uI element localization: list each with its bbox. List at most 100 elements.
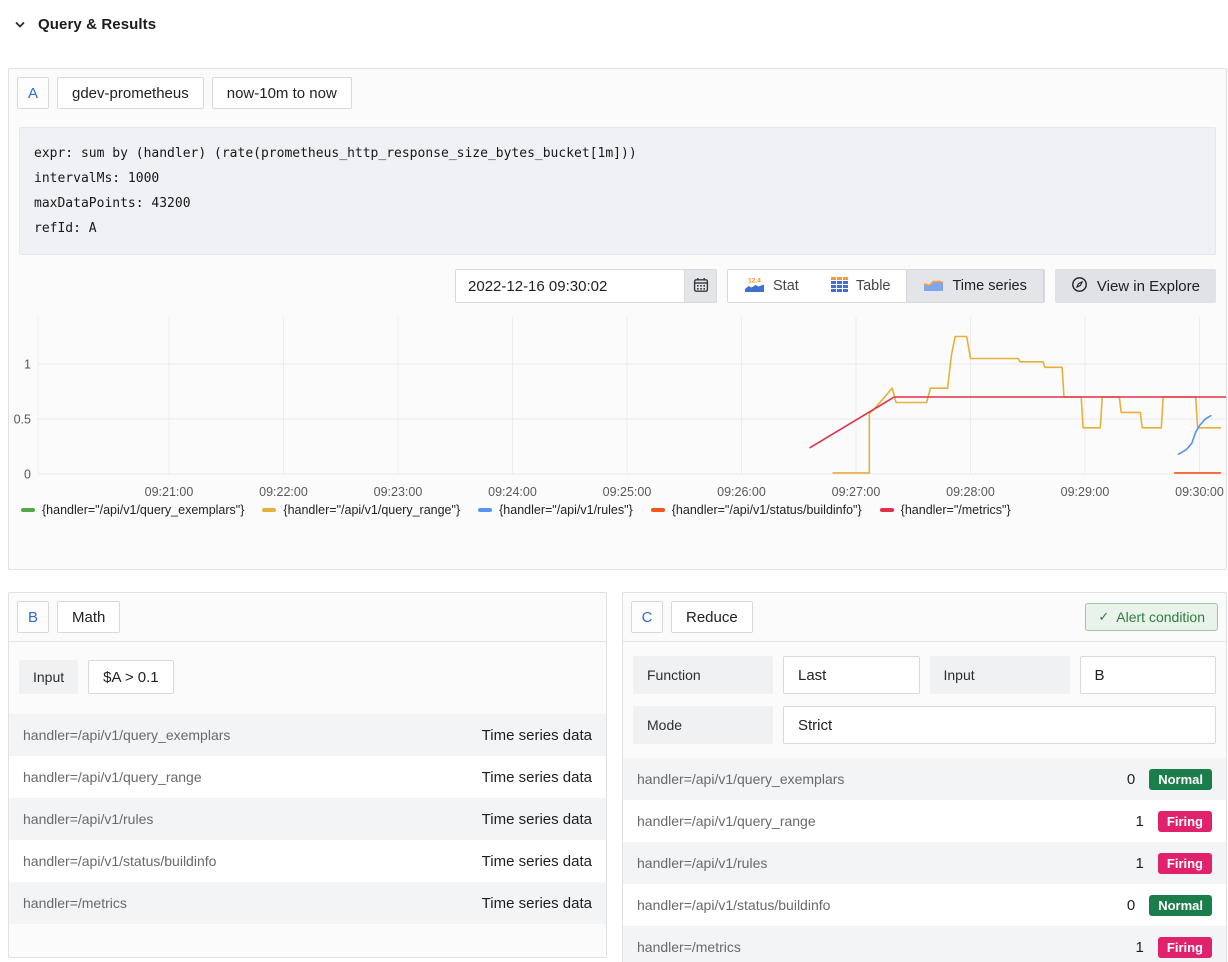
row-value: Time series data: [482, 853, 592, 870]
x-axis-tick: 09:26:00: [717, 485, 766, 499]
table-row: handler=/api/v1/rules1Firing: [623, 842, 1226, 884]
legend-item[interactable]: {handler="/metrics"}: [880, 503, 1011, 517]
row-value: Time series data: [482, 895, 592, 912]
legend-item[interactable]: {handler="/api/v1/rules"}: [478, 503, 633, 517]
view-mode-label: Table: [856, 278, 891, 294]
row-value: 1: [1136, 939, 1144, 956]
reduce-panel-header: C Reduce ✓ Alert condition: [623, 593, 1226, 642]
time-range-button[interactable]: now-10m to now: [212, 77, 352, 109]
legend-label: {handler="/api/v1/status/buildinfo"}: [672, 503, 862, 517]
query-panel-header: A gdev-prometheus now-10m to now: [9, 69, 1226, 117]
table-row: handler=/api/v1/query_exemplarsTime seri…: [9, 714, 606, 756]
time-series-chart[interactable]: 00.5109:21:0009:22:0009:23:0009:24:0009:…: [9, 311, 1226, 501]
stat-icon: 12.4: [744, 276, 765, 297]
timeseries-icon: [923, 277, 944, 296]
row-value: 0: [1127, 771, 1135, 788]
status-badge: Firing: [1158, 853, 1212, 874]
table-icon: [831, 277, 848, 296]
x-axis-tick: 09:21:00: [145, 485, 194, 499]
row-handler-label: handler=/api/v1/rules: [637, 855, 1136, 871]
x-axis-tick: 09:25:00: [603, 485, 652, 499]
alert-condition-badge[interactable]: ✓ Alert condition: [1085, 603, 1218, 631]
reduce-input-label: Input: [930, 656, 1070, 694]
page-title: Query & Results: [38, 16, 156, 33]
view-mode-stat[interactable]: 12.4 Stat: [728, 270, 815, 302]
view-mode-time-series[interactable]: Time series: [906, 270, 1043, 302]
row-handler-label: handler=/api/v1/status/buildinfo: [23, 853, 482, 869]
y-axis-tick: 1: [24, 358, 31, 372]
row-handler-label: handler=/api/v1/query_exemplars: [23, 727, 482, 743]
math-panel-header: B Math: [9, 593, 606, 642]
calendar-icon: [693, 277, 709, 296]
status-badge: Normal: [1149, 895, 1212, 916]
series-line: [1179, 416, 1211, 455]
status-badge: Firing: [1158, 937, 1212, 958]
status-badge: Firing: [1158, 811, 1212, 832]
legend-item[interactable]: {handler="/api/v1/status/buildinfo"}: [651, 503, 862, 517]
row-handler-label: handler=/api/v1/query_range: [637, 813, 1136, 829]
table-row: handler=/api/v1/status/buildinfoTime ser…: [9, 840, 606, 882]
evaluation-time-input[interactable]: 2022-12-16 09:30:02: [455, 269, 685, 303]
table-row: handler=/metricsTime series data: [9, 882, 606, 924]
view-mode-label: Stat: [773, 278, 799, 294]
x-axis-tick: 09:29:00: [1061, 485, 1110, 499]
function-label: Function: [633, 656, 773, 694]
calendar-button[interactable]: [685, 269, 717, 303]
row-handler-label: handler=/api/v1/status/buildinfo: [637, 897, 1127, 913]
operation-button-math[interactable]: Math: [57, 601, 120, 633]
ref-id-badge-b: B: [17, 601, 49, 633]
y-axis-tick: 0: [24, 468, 31, 482]
legend-label: {handler="/api/v1/query_exemplars"}: [42, 503, 244, 517]
row-value: Time series data: [482, 727, 592, 744]
reduce-panel: C Reduce ✓ Alert condition Function Last…: [622, 592, 1227, 962]
row-value: 0: [1127, 897, 1135, 914]
chevron-down-icon: [14, 19, 26, 31]
x-axis-tick: 09:23:00: [374, 485, 423, 499]
x-axis-tick: 09:24:00: [488, 485, 537, 499]
query-results-section-header[interactable]: Query & Results: [14, 16, 156, 33]
view-in-explore-button[interactable]: View in Explore: [1055, 269, 1216, 303]
reduce-input-select[interactable]: B: [1080, 656, 1217, 694]
reduce-results-list: handler=/api/v1/query_exemplars0Normalha…: [623, 758, 1226, 962]
legend-label: {handler="/api/v1/rules"}: [499, 503, 633, 517]
x-axis-tick: 09:30:00: [1175, 485, 1224, 499]
alert-condition-label: Alert condition: [1116, 609, 1205, 625]
row-handler-label: handler=/api/v1/rules: [23, 811, 482, 827]
table-row: handler=/api/v1/query_range1Firing: [623, 800, 1226, 842]
row-value: Time series data: [482, 769, 592, 786]
table-row: handler=/metrics1 Firing: [623, 926, 1226, 962]
mode-select[interactable]: Strict: [783, 706, 1216, 744]
row-value: Time series data: [482, 811, 592, 828]
legend-item[interactable]: {handler="/api/v1/query_exemplars"}: [21, 503, 244, 517]
row-handler-label: handler=/api/v1/query_exemplars: [637, 771, 1127, 787]
legend-swatch: [262, 508, 276, 512]
view-mode-table[interactable]: Table: [815, 270, 907, 302]
math-panel: B Math Input $A > 0.1 handler=/api/v1/qu…: [8, 592, 607, 958]
query-code-block: expr: sum by (handler) (rate(prometheus_…: [19, 127, 1216, 255]
view-mode-toggle-group: 12.4 Stat Table Time series: [727, 269, 1045, 303]
datasource-button[interactable]: gdev-prometheus: [57, 77, 204, 109]
row-handler-label: handler=/metrics: [23, 895, 482, 911]
legend-swatch: [21, 508, 35, 512]
mode-label: Mode: [633, 706, 773, 744]
function-select[interactable]: Last: [783, 656, 920, 694]
reduce-fields: Function Last Input B Mode Strict: [623, 642, 1226, 758]
status-badge: Normal: [1149, 769, 1212, 790]
legend-item[interactable]: {handler="/api/v1/query_range"}: [262, 503, 460, 517]
check-icon: ✓: [1098, 609, 1109, 625]
legend-swatch: [651, 508, 665, 512]
series-line: [810, 397, 1226, 448]
query-controls-row: 2022-12-16 09:30:02 12.4 Stat: [19, 269, 1216, 303]
operation-button-reduce[interactable]: Reduce: [671, 601, 753, 633]
table-row: handler=/api/v1/query_rangeTime series d…: [9, 756, 606, 798]
series-line: [833, 337, 1220, 473]
legend-swatch: [478, 508, 492, 512]
view-in-explore-label: View in Explore: [1097, 278, 1200, 295]
x-axis-tick: 09:27:00: [832, 485, 881, 499]
math-results-list: handler=/api/v1/query_exemplarsTime seri…: [9, 714, 606, 924]
row-handler-label: handler=/metrics: [637, 939, 1136, 955]
legend-label: {handler="/metrics"}: [901, 503, 1011, 517]
table-row: handler=/api/v1/status/buildinfo0 Normal: [623, 884, 1226, 926]
expression-input[interactable]: $A > 0.1: [88, 660, 173, 694]
math-input-row: Input $A > 0.1: [19, 660, 596, 694]
